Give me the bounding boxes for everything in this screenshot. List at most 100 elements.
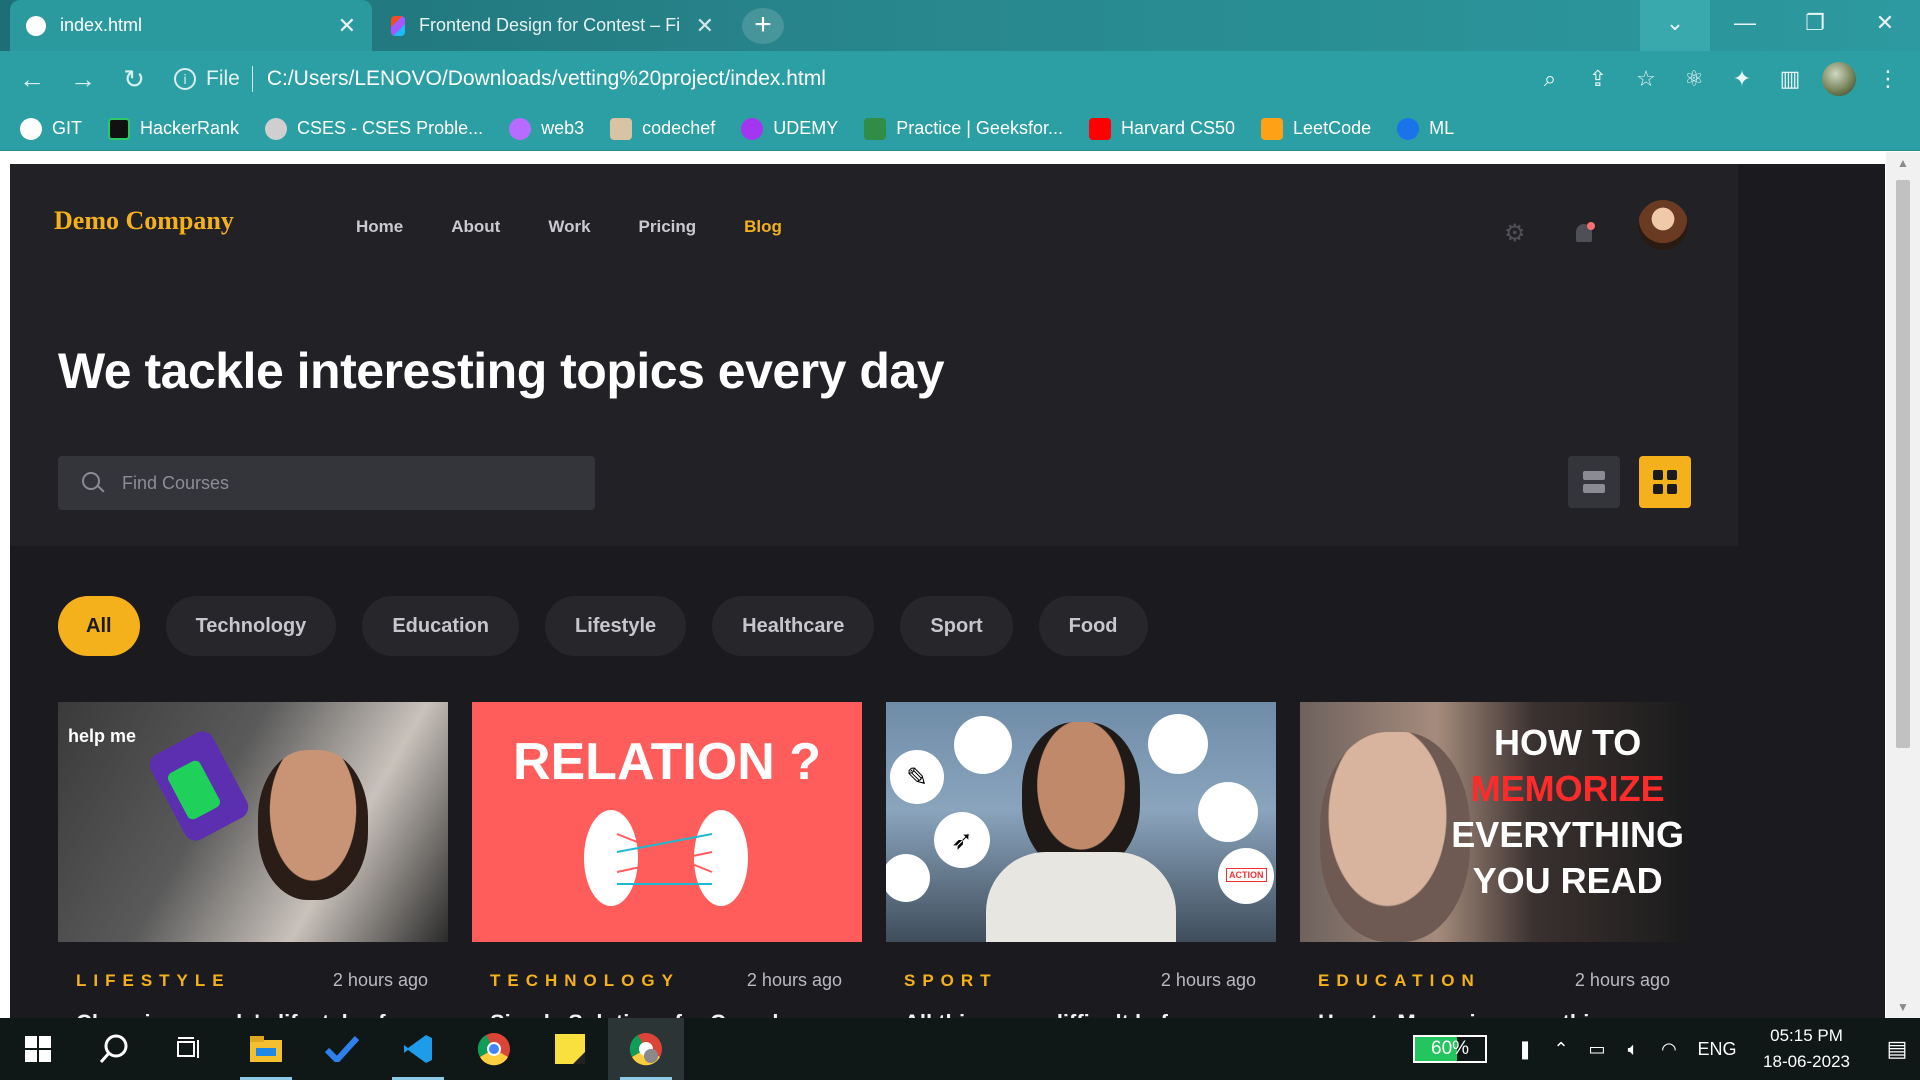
close-window-button[interactable]: ✕ xyxy=(1850,0,1920,51)
page-viewport: Demo Company Home About Work Pricing Blo… xyxy=(0,152,1920,1018)
windows-start-icon[interactable] xyxy=(0,1018,76,1080)
filter-lifestyle[interactable]: Lifestyle xyxy=(544,596,687,656)
file-explorer-icon[interactable] xyxy=(228,1018,304,1080)
vscode-icon[interactable] xyxy=(380,1018,456,1080)
card-time: 2 hours ago xyxy=(1574,970,1670,990)
nav-about[interactable]: About xyxy=(451,217,500,237)
scrollbar-thumb[interactable] xyxy=(1896,180,1910,748)
tab-search-button[interactable]: ⌄ xyxy=(1640,0,1710,51)
todo-icon[interactable] xyxy=(304,1018,380,1080)
filter-education[interactable]: Education xyxy=(362,596,519,656)
url-text[interactable]: C:/Users/LENOVO/Downloads/vetting%20proj… xyxy=(267,67,826,91)
card-thumbnail[interactable]: HOW TO MEMORIZE EVERYTHING YOU READ xyxy=(1300,702,1690,942)
battery-indicator[interactable]: 60% xyxy=(1413,1035,1488,1063)
side-panel-icon[interactable]: ▥ xyxy=(1766,66,1814,92)
filter-all[interactable]: All xyxy=(58,596,140,656)
search-icon[interactable] xyxy=(76,1018,152,1080)
card-category[interactable]: TECHNOLOGY xyxy=(490,971,680,991)
filter-food[interactable]: Food xyxy=(1038,596,1148,656)
nav-work[interactable]: Work xyxy=(548,217,590,237)
react-devtools-icon[interactable]: ⚛ xyxy=(1670,66,1718,92)
page-title: We tackle interesting topics every day xyxy=(58,343,945,399)
address-bar[interactable]: i File C:/Users/LENOVO/Downloads/vetting… xyxy=(174,57,1526,101)
blog-card[interactable]: RELATION ? TECHNOLOGY 2 hours ago Simple… xyxy=(472,702,862,1018)
power-icon[interactable]: ▭ xyxy=(1579,1039,1615,1060)
card-title[interactable]: Changing people's lifestyles for xyxy=(76,1010,436,1018)
card-category[interactable]: EDUCATION xyxy=(1318,971,1481,991)
share-icon[interactable]: ⇪ xyxy=(1574,66,1622,92)
bookmark-leetcode[interactable]: LeetCode xyxy=(1261,117,1371,140)
wifi-icon[interactable]: ◠ xyxy=(1651,1039,1687,1060)
minimize-button[interactable]: — xyxy=(1710,0,1780,51)
restore-button[interactable]: ❐ xyxy=(1780,0,1850,51)
chrome-profile-icon[interactable] xyxy=(608,1018,684,1080)
tab-figma[interactable]: Frontend Design for Contest – Fi ✕ xyxy=(375,0,730,51)
hero-section: Demo Company Home About Work Pricing Blo… xyxy=(10,164,1738,546)
forward-button[interactable]: → xyxy=(59,55,107,103)
tab-index-html[interactable]: index.html ✕ xyxy=(10,0,372,51)
list-view-button[interactable] xyxy=(1568,456,1620,508)
bookmark-cses[interactable]: CSES - CSES Proble... xyxy=(265,117,483,140)
bookmark-codechef[interactable]: codechef xyxy=(610,117,715,140)
bookmark-hackerrank[interactable]: HackerRank xyxy=(108,117,239,140)
brand-logo[interactable]: Demo Company xyxy=(54,206,234,236)
sticky-notes-icon[interactable] xyxy=(532,1018,608,1080)
card-meta: EDUCATION 2 hours ago xyxy=(1318,970,1670,991)
menu-icon[interactable]: ⋮ xyxy=(1864,66,1912,92)
close-tab-icon[interactable]: ✕ xyxy=(338,13,356,39)
nav-home[interactable]: Home xyxy=(356,217,403,237)
card-title[interactable]: How to Memorize everything xyxy=(1318,1010,1678,1018)
volume-icon[interactable]: 🔈︎ xyxy=(1615,1039,1651,1060)
card-category[interactable]: LIFESTYLE xyxy=(76,971,231,991)
card-thumbnail[interactable]: help me xyxy=(58,702,448,942)
site-info-icon[interactable]: i xyxy=(174,68,196,90)
user-avatar[interactable] xyxy=(1638,200,1688,250)
card-thumbnail[interactable]: RELATION ? xyxy=(472,702,862,942)
reload-button[interactable]: ↻ xyxy=(110,55,158,103)
card-title[interactable]: All things are difficult before xyxy=(904,1010,1264,1018)
action-icon: ACTION xyxy=(1218,848,1274,904)
nav-blog[interactable]: Blog xyxy=(744,217,782,237)
zoom-icon[interactable]: ⌕ xyxy=(1526,66,1574,92)
bookmark-git[interactable]: GIT xyxy=(20,117,82,140)
notification-icon[interactable]: ▤ xyxy=(1874,1036,1920,1062)
globe-icon xyxy=(265,117,288,140)
card-title[interactable]: Simple Solutions for Complex xyxy=(490,1010,850,1018)
clock[interactable]: 05:15 PM 18-06-2023 xyxy=(1763,1023,1850,1075)
scroll-down-arrow-icon[interactable]: ▼ xyxy=(1897,1000,1909,1014)
language-label[interactable]: ENG xyxy=(1687,1039,1747,1060)
card-thumbnail[interactable]: ✎ ➶ ACTION xyxy=(886,702,1276,942)
gear-icon[interactable]: ⚙ xyxy=(1504,222,1528,246)
filter-sport[interactable]: Sport xyxy=(900,596,1013,656)
notification-dot xyxy=(1587,222,1595,230)
back-button[interactable]: ← xyxy=(8,55,56,103)
task-view-icon[interactable] xyxy=(152,1018,228,1080)
bookmark-ml[interactable]: ML xyxy=(1397,117,1454,140)
bookmark-star-icon[interactable]: ☆ xyxy=(1622,66,1670,92)
bookmark-geeksforgeeks[interactable]: Practice | Geeksfor... xyxy=(864,117,1063,140)
card-category[interactable]: SPORT xyxy=(904,971,998,991)
bookmark-web3[interactable]: web3 xyxy=(509,117,584,140)
blog-card[interactable]: ✎ ➶ ACTION SPORT 2 hours ago All things … xyxy=(886,702,1276,1018)
page-scrollbar[interactable]: ▲ ▼ xyxy=(1886,152,1920,1018)
bookmark-harvard-cs50[interactable]: Harvard CS50 xyxy=(1088,117,1235,140)
relation-arrows-icon xyxy=(616,833,713,885)
chevron-up-icon[interactable]: ⌃ xyxy=(1543,1039,1579,1060)
bell-icon[interactable] xyxy=(1572,222,1596,246)
nav-pricing[interactable]: Pricing xyxy=(639,217,697,237)
new-tab-button[interactable]: + xyxy=(742,8,784,44)
battery-saver-icon[interactable]: ❚ xyxy=(1507,1039,1543,1060)
grid-view-button[interactable] xyxy=(1639,456,1691,508)
search-input[interactable] xyxy=(122,472,502,494)
filter-technology[interactable]: Technology xyxy=(165,596,337,656)
blog-card[interactable]: help me LIFESTYLE 2 hours ago Changing p… xyxy=(58,702,448,1018)
extensions-icon[interactable]: ✦ xyxy=(1718,66,1766,92)
close-tab-icon[interactable]: ✕ xyxy=(696,13,714,39)
scroll-up-arrow-icon[interactable]: ▲ xyxy=(1897,156,1909,170)
filter-healthcare[interactable]: Healthcare xyxy=(712,596,875,656)
chrome-icon[interactable] xyxy=(456,1018,532,1080)
blog-card[interactable]: HOW TO MEMORIZE EVERYTHING YOU READ EDUC… xyxy=(1300,702,1690,1018)
bookmark-udemy[interactable]: UDEMY xyxy=(741,117,838,140)
search-bar[interactable] xyxy=(58,456,595,510)
profile-avatar[interactable] xyxy=(1822,62,1856,96)
